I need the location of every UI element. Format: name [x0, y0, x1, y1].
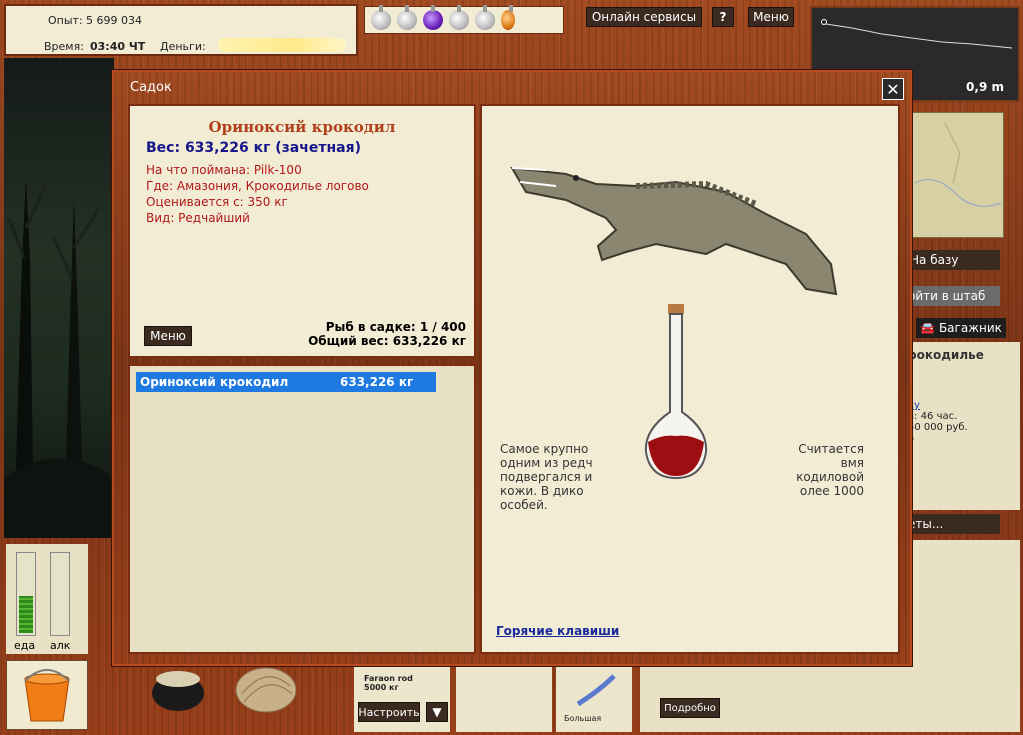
trunk-button[interactable]: 🚘 Багажник: [916, 318, 1006, 338]
mini-map[interactable]: [904, 112, 1004, 238]
lure-slot[interactable]: Большая: [556, 664, 632, 732]
rod-name: Faraon rod: [364, 674, 413, 683]
fish-count: Рыб в садке: 1 / 400: [325, 320, 466, 334]
location-title: рокодилье: [908, 348, 984, 362]
list-item-weight: 633,226 кг: [340, 375, 414, 389]
car-icon: 🚘: [920, 321, 935, 335]
go-hq-button[interactable]: ойти в штаб: [904, 286, 1000, 306]
empty-bottle-icon[interactable]: [475, 5, 495, 30]
list-item[interactable]: Ориноксий крокодил 633,226 кг: [136, 372, 436, 392]
desc-left-4: кожи. В дико: [500, 484, 584, 498]
location-link[interactable]: ку: [908, 400, 1016, 411]
xp-label: Опыт:: [48, 14, 83, 27]
xp-value: 5 699 034: [86, 14, 142, 27]
food-label: еда: [14, 639, 36, 652]
food-meter: [16, 552, 36, 636]
price-from: Оценивается с: 350 кг: [146, 195, 288, 209]
caught-on: На что поймана: Pilk-100: [146, 163, 302, 177]
rod-capacity: 5000 кг: [364, 683, 399, 692]
tune-rod-button[interactable]: Настроить: [358, 702, 420, 722]
desc-left-2: одним из редч: [500, 456, 593, 470]
caught-where: Где: Амазония, Крокодилье логово: [146, 179, 369, 193]
time-value: 03:40 ЧТ: [90, 40, 146, 53]
purple-potion-icon[interactable]: [423, 5, 443, 30]
close-button[interactable]: ✕: [882, 78, 904, 100]
alcohol-meter: [50, 552, 70, 636]
night-scene: [4, 58, 114, 538]
rod-dropdown-button[interactable]: ▼: [426, 702, 448, 722]
time-label: Время:: [44, 40, 84, 53]
fish-weight: Вес: 633,226 кг (зачетная): [146, 140, 361, 156]
empty-bottle-icon[interactable]: [449, 5, 469, 30]
rope-icon[interactable]: [232, 664, 300, 716]
fish-details: На что поймана: Pilk-100 Где: Амазония, …: [146, 162, 458, 226]
chevron-down-icon: ▼: [432, 705, 442, 719]
hotkeys-link[interactable]: Горячие клавиши: [496, 624, 619, 638]
tickets-button[interactable]: еты...: [904, 514, 1000, 534]
empty-slot[interactable]: [456, 664, 552, 732]
help-button[interactable]: ?: [712, 7, 734, 27]
desc-right-3: кодиловой: [796, 470, 864, 484]
location-line-2: 50 000 руб.: [908, 422, 968, 433]
fish-kind: Вид: Редчайший: [146, 211, 250, 225]
close-icon: ✕: [886, 79, 900, 99]
trunk-label: Багажник: [938, 321, 1002, 335]
details-button[interactable]: Подробно: [660, 698, 720, 718]
desc-left-1: Самое крупно: [500, 442, 589, 456]
lure-label: Большая: [564, 714, 602, 723]
list-item-name: Ориноксий крокодил: [140, 375, 289, 389]
fish-info-box: Ориноксий крокодил Вес: 633,226 кг (заче…: [128, 104, 476, 358]
orange-potion-icon[interactable]: [501, 5, 515, 30]
empty-bottle-icon[interactable]: [397, 5, 417, 30]
crocodile-image: [510, 166, 838, 296]
money-value-hidden: [218, 38, 346, 52]
online-services-button[interactable]: Онлайн сервисы: [586, 7, 702, 27]
alcohol-label: алк: [50, 639, 71, 652]
depth-value: 0,9 m: [966, 80, 1004, 94]
main-menu-button[interactable]: Меню: [748, 7, 794, 27]
to-base-button[interactable]: На базу: [904, 250, 1000, 270]
total-weight: Общий вес: 633,226 кг: [308, 334, 466, 348]
desc-right-2: вмя: [840, 456, 864, 470]
fish-menu-button[interactable]: Меню: [144, 326, 192, 346]
desc-right-4: олее 1000: [799, 484, 864, 498]
money-label: Деньги:: [160, 40, 206, 53]
fish-cage-dialog: Садок ✕ Ориноксий крокодил Вес: 633,226 …: [112, 70, 912, 666]
desc-left-5: особей.: [500, 498, 548, 512]
dialog-title: Садок: [130, 80, 172, 95]
bucket-slot[interactable]: [6, 660, 88, 730]
fish-list: Ориноксий крокодил 633,226 кг: [128, 364, 476, 654]
fish-description: Самое крупно Считается одним из редч вмя п…: [500, 442, 864, 512]
player-info-panel: Опыт: 5 699 034 Время: 03:40 ЧТ Деньги:: [4, 4, 358, 56]
location-line-1: а: 46 час.: [908, 411, 958, 422]
food-pot-icon[interactable]: [148, 665, 208, 713]
location-line-3: 5: [908, 433, 1016, 444]
location-panel: рокодилье ку а: 46 час. 50 000 руб. 5: [904, 342, 1020, 510]
fish-image-box: Самое крупно Считается одним из редч вмя п…: [480, 104, 900, 654]
cage-stats: Рыб в садке: 1 / 400 Общий вес: 633,226 …: [308, 320, 466, 348]
fish-name: Ориноксий крокодил: [208, 118, 396, 136]
consumables-bar: [364, 5, 564, 34]
desc-right-1: Считается: [798, 442, 864, 456]
food-meter-fill: [19, 595, 33, 633]
empty-bottle-icon[interactable]: [371, 5, 391, 30]
status-meters: еда алк: [6, 544, 88, 654]
desc-left-3: подвергался и: [500, 470, 593, 484]
